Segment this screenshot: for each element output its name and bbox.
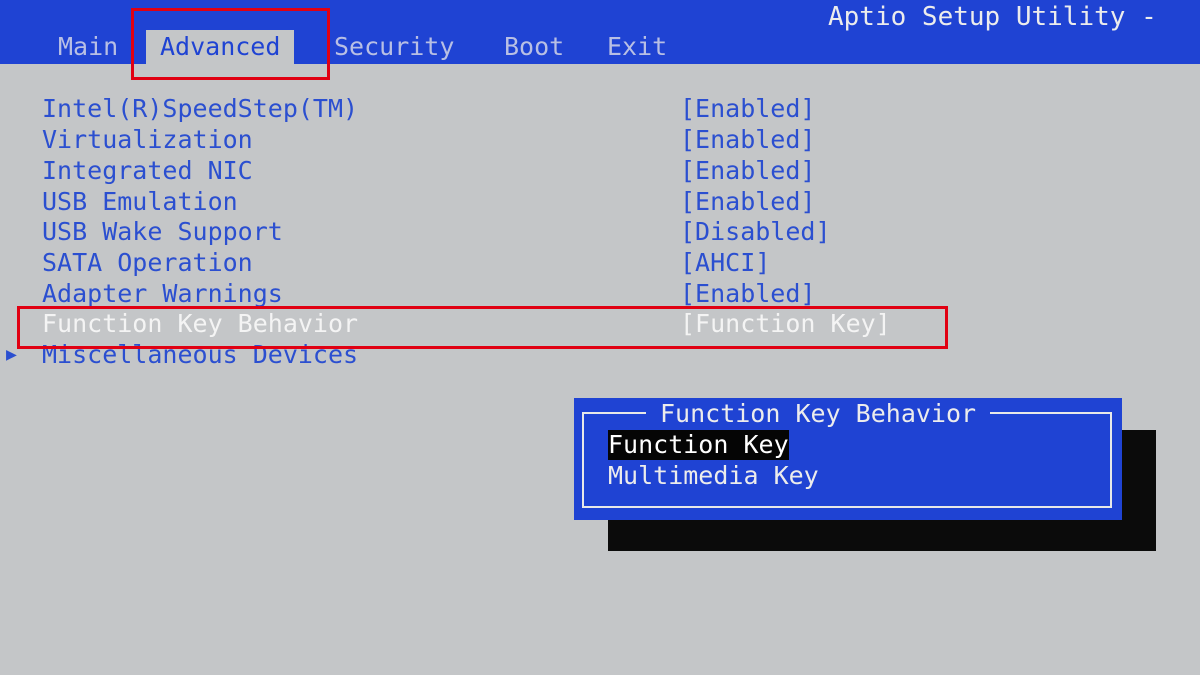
- setting-label: Integrated NIC: [42, 156, 253, 185]
- function-key-behavior-popup: Function Key Behavior Function Key Multi…: [574, 398, 1122, 520]
- tab-exit[interactable]: Exit: [607, 30, 667, 64]
- setting-row-adapter-warnings[interactable]: Adapter Warnings [Enabled]: [0, 278, 960, 309]
- setting-label: Virtualization: [42, 125, 253, 154]
- setting-label: Function Key Behavior: [42, 309, 359, 338]
- setting-value: [AHCI]: [680, 248, 771, 277]
- setting-row-usb-emulation[interactable]: USB Emulation [Enabled]: [0, 186, 960, 217]
- setting-row-usb-wake-support[interactable]: USB Wake Support [Disabled]: [0, 216, 960, 247]
- popup-option-multimedia-key[interactable]: Multimedia Key: [608, 461, 819, 491]
- header-bar: Aptio Setup Utility - Main Advanced Secu…: [0, 0, 1200, 64]
- tab-security[interactable]: Security: [334, 30, 454, 64]
- setting-row-sata-operation[interactable]: SATA Operation [AHCI]: [0, 247, 960, 278]
- tab-bar: Main Advanced Security Boot Exit: [0, 0, 1200, 64]
- setting-row-speedstep[interactable]: Intel(R)SpeedStep(TM) [Enabled]: [0, 93, 960, 124]
- popup-title: Function Key Behavior: [646, 400, 991, 428]
- setting-label: Miscellaneous Devices: [42, 340, 359, 369]
- popup-option-function-key[interactable]: Function Key: [608, 430, 789, 460]
- setting-row-miscellaneous-devices[interactable]: ▶ Miscellaneous Devices: [0, 339, 960, 370]
- setting-row-integrated-nic[interactable]: Integrated NIC [Enabled]: [0, 155, 960, 186]
- setting-row-virtualization[interactable]: Virtualization [Enabled]: [0, 124, 960, 155]
- setting-value: [Enabled]: [680, 279, 816, 308]
- setting-value: [Enabled]: [680, 125, 816, 154]
- setting-label: SATA Operation: [42, 248, 253, 277]
- setting-label: Intel(R)SpeedStep(TM): [42, 94, 359, 123]
- tab-advanced[interactable]: Advanced: [146, 30, 295, 64]
- setting-row-function-key-behavior[interactable]: Function Key Behavior [Function Key]: [0, 308, 960, 339]
- submenu-arrow-icon: ▶: [6, 344, 17, 365]
- setting-label: USB Wake Support: [42, 217, 283, 246]
- tab-boot[interactable]: Boot: [504, 30, 564, 64]
- setting-value: [Function Key]: [680, 309, 891, 338]
- setting-value: [Enabled]: [680, 94, 816, 123]
- tab-main[interactable]: Main: [58, 30, 118, 64]
- setting-value: [Enabled]: [680, 187, 816, 216]
- settings-panel: Intel(R)SpeedStep(TM) [Enabled] Virtuali…: [0, 64, 1200, 675]
- setting-value: [Enabled]: [680, 156, 816, 185]
- setting-label: Adapter Warnings: [42, 279, 283, 308]
- setting-label: USB Emulation: [42, 187, 238, 216]
- setting-value: [Disabled]: [680, 217, 831, 246]
